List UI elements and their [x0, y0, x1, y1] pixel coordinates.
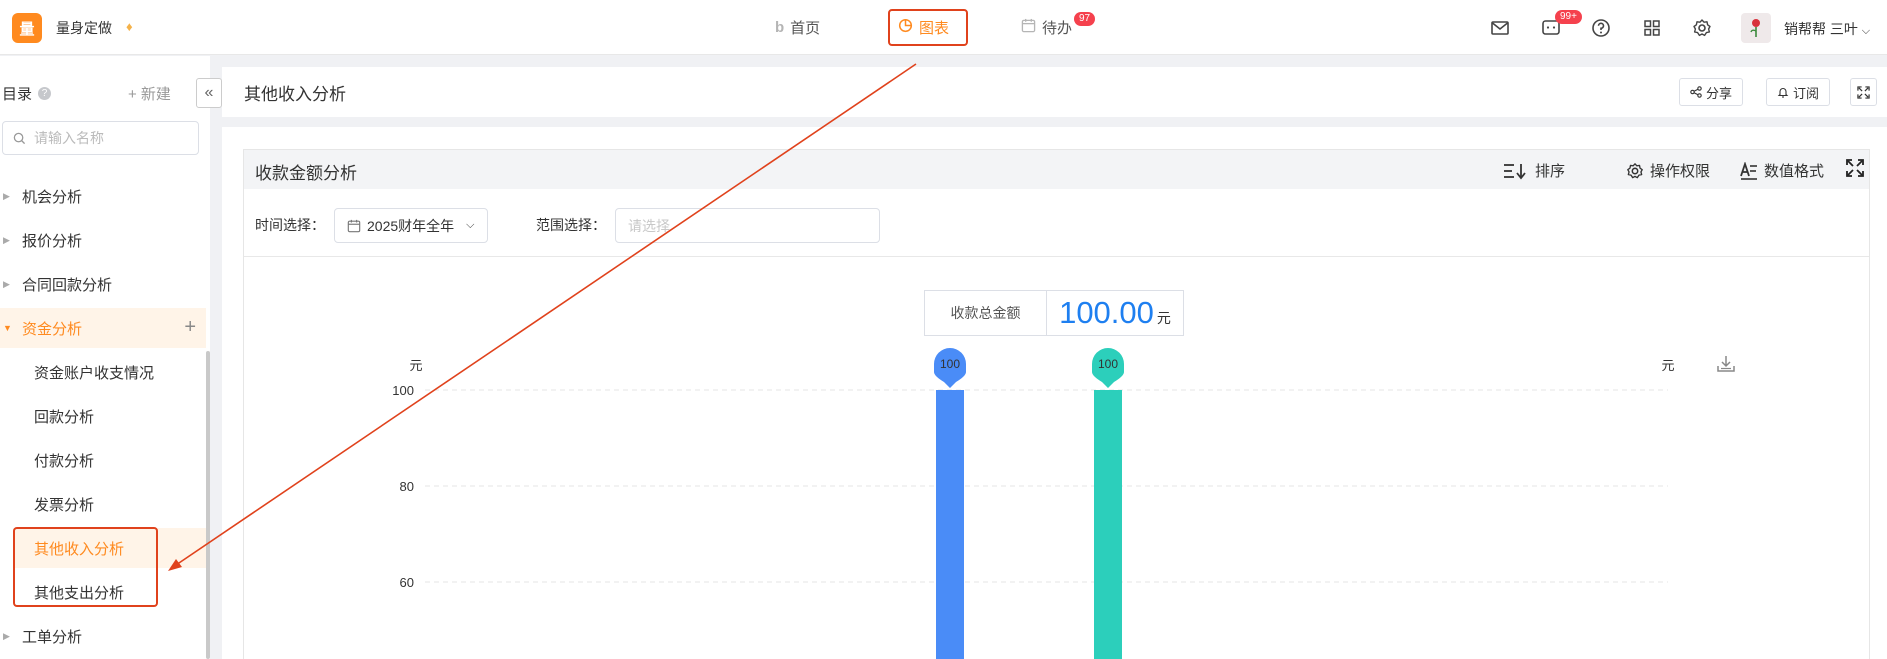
page-title: 其他收入分析: [244, 85, 346, 104]
tree-group-label: 合同回款分析: [22, 276, 113, 294]
sidebar-scrollbar[interactable]: [206, 351, 210, 659]
annotation-box-sidebar-items: [13, 527, 158, 607]
text-format-icon: [1740, 161, 1757, 180]
number-format-label: 数值格式: [1764, 163, 1825, 180]
tree-item-invoice[interactable]: 发票分析: [13, 484, 206, 524]
add-report-icon[interactable]: +: [184, 316, 196, 339]
nav-todo-label: 待办: [1042, 20, 1073, 37]
share-button[interactable]: 分享: [1679, 78, 1744, 106]
range-select-input[interactable]: [615, 208, 880, 243]
chart-card-header: 收款金额分析 排序 操作权限 数值格式: [244, 150, 1869, 189]
subscribe-label: 订阅: [1793, 85, 1820, 101]
apps-grid-icon[interactable]: [1638, 14, 1666, 42]
tree-item-label: 发票分析: [34, 496, 95, 514]
share-icon: [1690, 86, 1702, 98]
user-avatar[interactable]: [1741, 13, 1771, 43]
sidebar-title: 目录 ?: [2, 83, 52, 104]
app-name[interactable]: 量身定做: [56, 18, 112, 38]
sort-label: 排序: [1535, 163, 1566, 180]
caret-right-icon: ▶: [3, 190, 10, 201]
report-panel: 收款金额分析 排序 操作权限 数值格式 时间选择： 2025财年全年 ⌵ 范围选…: [222, 127, 1887, 659]
tree-group-label: 报价分析: [22, 232, 83, 250]
sort-button[interactable]: 排序: [1503, 160, 1565, 181]
tree-group-label: 工单分析: [22, 628, 83, 646]
total-amount-unit: 元: [1156, 310, 1171, 326]
time-select[interactable]: 2025财年全年 ⌵: [334, 208, 488, 243]
filter-row: 时间选择： 2025财年全年 ⌵ 范围选择：: [244, 189, 1869, 257]
chevron-down-icon: ⌵: [466, 219, 475, 231]
help-icon[interactable]: ?: [38, 87, 52, 100]
collapse-sidebar-icon[interactable]: «: [196, 78, 222, 108]
nav-home[interactable]: b 首页: [775, 17, 820, 38]
settings-gear-icon[interactable]: [1688, 14, 1716, 42]
tree-group-opportunity[interactable]: ▶ 机会分析: [0, 176, 206, 216]
tree-item-fund-account[interactable]: 资金账户收支情况: [13, 352, 206, 392]
nav-home-label: 首页: [790, 20, 821, 37]
permission-button[interactable]: 操作权限: [1626, 160, 1710, 181]
total-amount-label: 收款总金额: [925, 291, 1047, 335]
annotation-box-charts-tab: [888, 9, 968, 46]
caret-right-icon: ▶: [3, 278, 10, 289]
tree-group-quote[interactable]: ▶ 报价分析: [0, 220, 206, 260]
nav-todo[interactable]: 待办: [1021, 17, 1072, 38]
tree-item-payment-received[interactable]: 回款分析: [13, 396, 206, 436]
todo-count-badge: 97: [1074, 12, 1096, 26]
range-filter-label: 范围选择：: [536, 217, 606, 233]
bell-icon: [1777, 88, 1789, 98]
permission-label: 操作权限: [1650, 163, 1711, 180]
sidebar-search[interactable]: [2, 121, 199, 155]
chart-card: 收款金额分析 排序 操作权限 数值格式 时间选择： 2025财年全年 ⌵ 范围选…: [243, 149, 1870, 659]
gear-icon: [1627, 162, 1643, 178]
sort-icon: [1504, 163, 1526, 179]
caret-right-icon: ▶: [3, 630, 10, 641]
expand-icon: [1846, 159, 1864, 177]
time-select-value: 2025财年全年: [367, 217, 455, 234]
total-amount-box: 收款总金额 100.00 元: [924, 290, 1184, 336]
tree-group-label: 资金分析: [22, 320, 83, 338]
tree-item-label: 资金账户收支情况: [34, 364, 155, 382]
fullscreen-icon: [1857, 85, 1870, 99]
number-format-button[interactable]: 数值格式: [1740, 160, 1824, 181]
total-amount-value: 100.00 元: [1047, 291, 1183, 335]
message-count-badge: 99+: [1555, 10, 1582, 24]
calendar-icon: [347, 219, 361, 232]
subscribe-button[interactable]: 订阅: [1766, 78, 1831, 106]
app-logo[interactable]: 量: [12, 13, 42, 43]
caret-down-icon: ▼: [3, 323, 12, 333]
sidebar-search-input[interactable]: [34, 130, 184, 146]
share-label: 分享: [1706, 85, 1733, 101]
tree-group-funds[interactable]: ▼ 资金分析 +: [0, 308, 206, 348]
total-amount-number: 100.00: [1059, 295, 1154, 330]
b-logo-icon: b: [775, 19, 785, 36]
tree-item-label: 回款分析: [34, 408, 95, 426]
new-folder-button[interactable]: + 新建: [128, 83, 171, 104]
tree-group-workorder[interactable]: ▶ 工单分析: [0, 616, 206, 656]
download-icon[interactable]: [1716, 354, 1736, 377]
expand-chart-button[interactable]: [1846, 159, 1864, 177]
sidebar-title-label: 目录: [2, 86, 33, 103]
chevron-down-icon: ⌵: [1861, 25, 1871, 37]
tree-group-contract[interactable]: ▶ 合同回款分析: [0, 264, 206, 304]
calendar-icon: [1021, 18, 1036, 37]
chart-title: 收款金额分析: [255, 164, 357, 183]
help-icon[interactable]: [1587, 14, 1615, 42]
diamond-icon: ♦: [126, 19, 133, 34]
search-icon: [13, 132, 26, 144]
tree-item-payment-made[interactable]: 付款分析: [13, 440, 206, 480]
tree-group-label: 机会分析: [22, 188, 83, 206]
user-name: 销帮帮 三叶: [1784, 21, 1858, 37]
time-filter-label: 时间选择：: [255, 217, 325, 233]
user-menu[interactable]: 销帮帮 三叶 ⌵: [1784, 19, 1870, 39]
caret-right-icon: ▶: [3, 234, 10, 245]
tree-item-label: 付款分析: [34, 452, 95, 470]
fullscreen-button[interactable]: [1850, 78, 1877, 106]
page-header: 其他收入分析 分享 订阅: [222, 67, 1887, 117]
mail-icon[interactable]: [1486, 14, 1514, 42]
